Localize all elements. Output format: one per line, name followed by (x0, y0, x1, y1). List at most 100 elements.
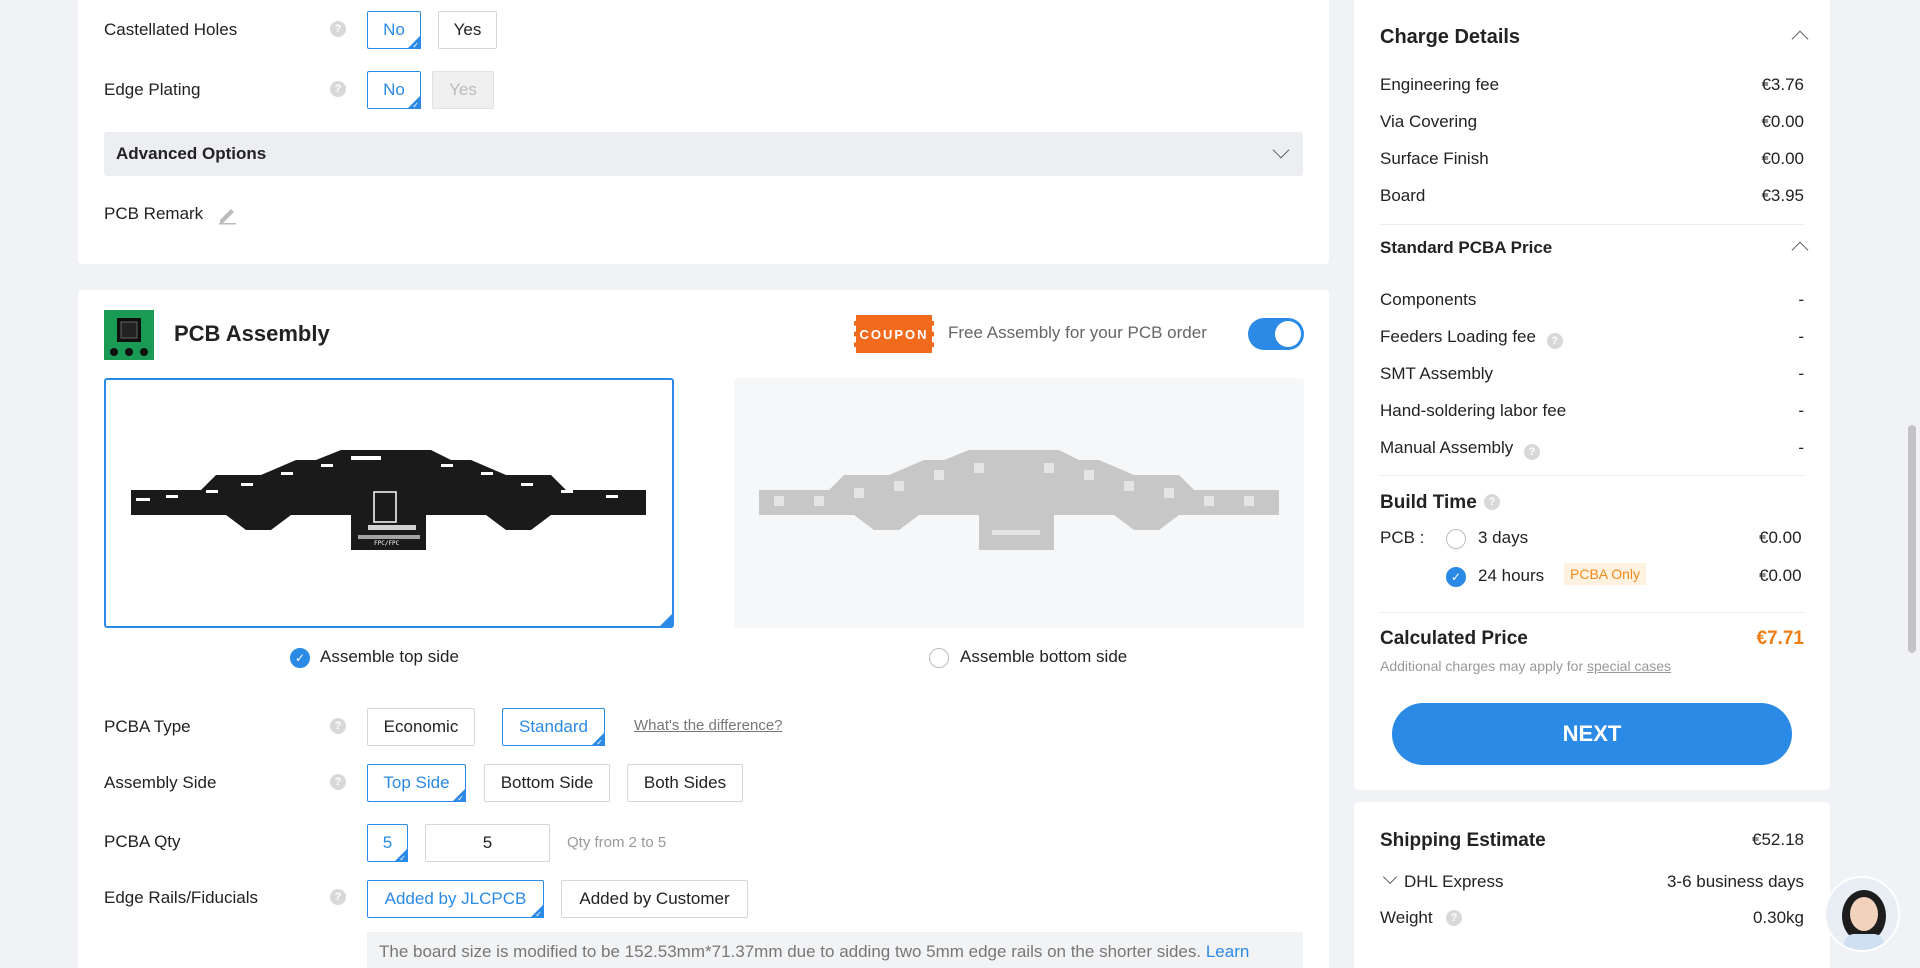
chevron-up-icon[interactable] (1791, 241, 1809, 259)
shipping-method[interactable]: DHL Express (1404, 872, 1504, 892)
pcba-price-row: Feeders Loading fee ? - (1380, 327, 1804, 349)
help-icon[interactable]: ? (330, 81, 346, 97)
advanced-options-bar[interactable]: Advanced Options (104, 132, 1303, 176)
help-icon[interactable]: ? (1446, 910, 1462, 926)
pcba-qty-input[interactable]: 5 (425, 824, 550, 862)
pcb-options-card: Castellated Holes ? No Yes Edge Plating … (78, 0, 1329, 264)
bottom-side-radio[interactable] (929, 648, 949, 668)
pcba-price-row: Hand-soldering labor fee - (1380, 401, 1804, 421)
pcba-price-name: Components (1380, 290, 1477, 309)
coupon-text: Free Assembly for your PCB order (948, 323, 1207, 342)
pcba-price-title: Standard PCBA Price (1380, 238, 1553, 257)
pcba-price-row: Manual Assembly ? - (1380, 438, 1804, 460)
help-icon[interactable]: ? (330, 21, 346, 37)
free-assembly-toggle[interactable] (1248, 318, 1304, 350)
charge-details-title: Charge Details (1380, 26, 1521, 48)
avatar (1842, 890, 1886, 950)
build-3days-price: €0.00 (1759, 528, 1802, 547)
scrollbar-thumb[interactable] (1908, 425, 1916, 653)
charge-value: €0.00 (1761, 149, 1804, 168)
pcba-qty-hint: Qty from 2 to 5 (567, 834, 667, 851)
special-cases-link[interactable]: special cases (1587, 658, 1671, 674)
help-icon[interactable]: ? (330, 889, 346, 905)
coupon-badge: COUPON (854, 315, 934, 353)
pcba-price-value: - (1798, 401, 1804, 420)
charge-name: Engineering fee (1380, 75, 1500, 94)
castellated-holes-label: Castellated Holes (104, 20, 238, 39)
edge-rails-jlcpcb[interactable]: Added by JLCPCB (367, 880, 544, 919)
special-cases-note: Additional charges may apply for special… (1380, 658, 1671, 674)
pcba-price-row: SMT Assembly - (1380, 364, 1804, 384)
charge-value: €3.76 (1761, 75, 1804, 94)
pcba-price-name: Manual Assembly (1380, 438, 1514, 457)
pcba-price-value: - (1798, 327, 1804, 346)
build-time-pcb-label: PCB : (1380, 528, 1425, 547)
top-side-radio[interactable]: ✓ (290, 648, 310, 668)
assembly-side-label: Assembly Side (104, 773, 217, 792)
assembly-title: PCB Assembly (174, 321, 330, 346)
pcba-type-label: PCBA Type (104, 717, 191, 736)
build-24h-label: 24 hours (1478, 566, 1545, 585)
assembly-side-bottom[interactable]: Bottom Side (484, 764, 610, 802)
pcba-qty-selected[interactable]: 5 (367, 824, 408, 863)
next-button[interactable]: NEXT (1392, 703, 1792, 765)
help-icon[interactable]: ? (330, 774, 346, 790)
learn-link[interactable]: Learn (1206, 942, 1249, 961)
edge-rails-notice: The board size is modified to be 152.53m… (367, 932, 1303, 968)
pcba-qty-label: PCBA Qty (104, 832, 181, 851)
pcb-remark-label: PCB Remark (104, 204, 204, 223)
assemble-top-label: Assemble top side (320, 647, 459, 666)
pcb-bottom-image (759, 450, 1279, 550)
edge-plating-yes-button: Yes (432, 71, 494, 109)
pcba-price-name: Feeders Loading fee (1380, 327, 1536, 346)
edge-plating-no-button[interactable]: No (367, 71, 421, 110)
build-24h-radio[interactable]: ✓ (1446, 567, 1466, 587)
help-icon[interactable]: ? (1523, 444, 1540, 460)
support-chat-avatar[interactable] (1824, 876, 1900, 952)
help-icon[interactable]: ? (330, 718, 346, 734)
edge-rails-customer[interactable]: Added by Customer (561, 880, 748, 918)
toggle-knob (1275, 321, 1301, 347)
shipping-title: Shipping Estimate (1380, 830, 1546, 851)
divider (1380, 224, 1804, 225)
board-silkscreen-text: FPC/FPC (374, 540, 400, 547)
chevron-up-icon[interactable] (1791, 30, 1809, 48)
charge-details-card: Charge Details Engineering fee €3.76 Via … (1354, 0, 1830, 790)
castellated-no-button[interactable]: No (367, 11, 421, 50)
charge-name: Board (1380, 186, 1426, 205)
assembly-side-top[interactable]: Top Side (367, 764, 466, 803)
edge-rails-notice-text: The board size is modified to be 152.53m… (379, 942, 1202, 961)
shipping-estimate-card: Shipping Estimate €52.18 DHL Express 3-6… (1354, 802, 1830, 968)
top-side-board-option[interactable]: FPC/FPC (104, 378, 674, 628)
shipping-days: 3-6 business days (1666, 872, 1804, 891)
assembly-side-both[interactable]: Both Sides (627, 764, 743, 802)
pcba-type-standard[interactable]: Standard (502, 708, 605, 747)
difference-link[interactable]: What's the difference? (634, 717, 783, 734)
build-3days-radio[interactable] (1446, 529, 1466, 549)
help-icon[interactable]: ? (1546, 333, 1563, 349)
weight-label: Weight (1380, 908, 1433, 927)
pcba-price-row: Components - (1380, 290, 1804, 310)
edge-rails-label: Edge Rails/Fiducials (104, 888, 259, 907)
help-icon[interactable]: ? (1484, 494, 1500, 510)
edit-pencil-icon[interactable] (216, 203, 238, 225)
shipping-price: €52.18 (1752, 830, 1804, 849)
weight-value: 0.30kg (1752, 908, 1804, 927)
bottom-side-board-option[interactable] (734, 378, 1304, 628)
castellated-yes-button[interactable]: Yes (438, 11, 497, 49)
chevron-down-icon[interactable] (1382, 869, 1398, 885)
build-3days-label: 3 days (1478, 528, 1529, 547)
charge-name: Via Covering (1380, 112, 1478, 131)
charge-value: €0.00 (1761, 112, 1804, 131)
divider (1380, 612, 1804, 613)
pcba-price-name: Hand-soldering labor fee (1380, 401, 1567, 420)
charge-value: €3.95 (1761, 186, 1804, 205)
pcba-type-economic[interactable]: Economic (367, 708, 475, 746)
pcba-price-value: - (1798, 290, 1804, 309)
calculated-price-value: €7.71 (1756, 628, 1804, 649)
assemble-bottom-label: Assemble bottom side (960, 647, 1128, 666)
build-24h-price: €0.00 (1759, 566, 1802, 585)
build-time-title: Build Time (1380, 492, 1477, 513)
charge-row: Engineering fee €3.76 (1380, 75, 1804, 95)
calculated-price-label: Calculated Price (1380, 628, 1528, 649)
